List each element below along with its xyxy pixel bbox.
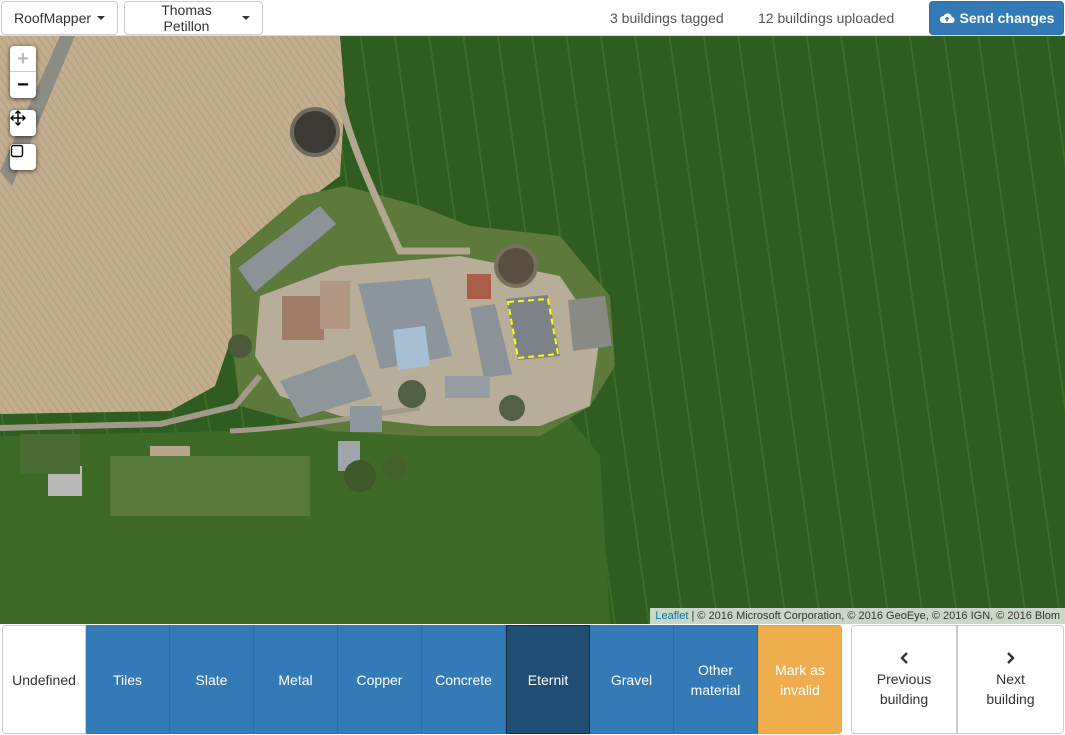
next-building-button[interactable]: Next building [957,625,1064,734]
material-concrete-button[interactable]: Concrete [422,625,506,734]
material-toolbar: Undefined Tiles Slate Metal Copper Concr… [0,624,1065,735]
caret-down-icon [97,16,106,20]
material-metal-label: Metal [278,671,313,688]
aerial-imagery [0,36,1065,624]
material-other-label-line2: material [690,681,741,698]
user-menu-dropdown[interactable]: Thomas Petillon [124,1,263,35]
project-menu-dropdown[interactable]: RoofMapper [1,1,118,35]
cloud-upload-icon [939,13,955,24]
previous-building-label-line2: building [879,690,929,707]
project-menu-label: RoofMapper [14,10,92,26]
move-tool-button[interactable] [10,110,36,136]
material-gravel-label: Gravel [610,671,653,688]
send-changes-button[interactable]: Send changes [929,1,1064,35]
map-attribution: Leaflet | © 2016 Microsoft Corporation, … [650,608,1065,624]
move-arrows-icon [10,110,26,126]
chevron-right-icon [1006,651,1015,664]
material-slate-button[interactable]: Slate [170,625,254,734]
zoom-in-button[interactable]: + [10,46,36,72]
next-building-label-line1: Next [996,670,1025,687]
user-menu-label: Thomas Petillon [161,2,212,34]
material-concrete-label: Concrete [435,671,492,688]
top-navbar: RoofMapper Thomas Petillon 3 buildings t… [0,0,1065,36]
square-icon [10,144,24,158]
material-other-label-line1: Other [697,661,733,678]
material-other-button[interactable]: Other material [674,625,758,734]
material-tiles-button[interactable]: Tiles [86,625,170,734]
material-copper-label: Copper [356,671,403,688]
mark-invalid-label-line2: invalid [780,681,820,698]
caret-down-icon [242,16,250,20]
mark-invalid-label-line1: Mark as [775,661,825,678]
material-gravel-button[interactable]: Gravel [590,625,674,734]
map-view[interactable]: + − Leaflet | © 2016 Microsoft Corporati… [0,36,1065,624]
previous-building-label-line1: Previous [876,670,932,687]
send-changes-label: Send changes [959,10,1055,26]
material-copper-button[interactable]: Copper [338,625,422,734]
chevron-left-icon [900,651,908,664]
next-building-label-line2: building [986,690,1035,707]
previous-building-button[interactable]: Previous building [851,625,957,734]
draw-rectangle-button[interactable] [10,144,36,170]
attribution-text: | © 2016 Microsoft Corporation, © 2016 G… [688,610,1060,622]
material-tiles-label: Tiles [112,671,143,688]
buildings-uploaded-count: 12 buildings uploaded [758,10,895,26]
material-eternit-button[interactable]: Eternit [506,625,590,734]
material-metal-button[interactable]: Metal [254,625,338,734]
material-undefined-button[interactable]: Undefined [2,625,86,734]
zoom-control: + − [10,46,36,98]
zoom-out-button[interactable]: − [10,72,36,98]
material-slate-label: Slate [195,671,228,688]
leaflet-link[interactable]: Leaflet [655,610,688,622]
mark-invalid-button[interactable]: Mark as invalid [758,625,842,734]
material-eternit-label: Eternit [527,671,569,688]
buildings-tagged-count: 3 buildings tagged [610,10,724,26]
material-undefined-label: Undefined [12,671,76,688]
